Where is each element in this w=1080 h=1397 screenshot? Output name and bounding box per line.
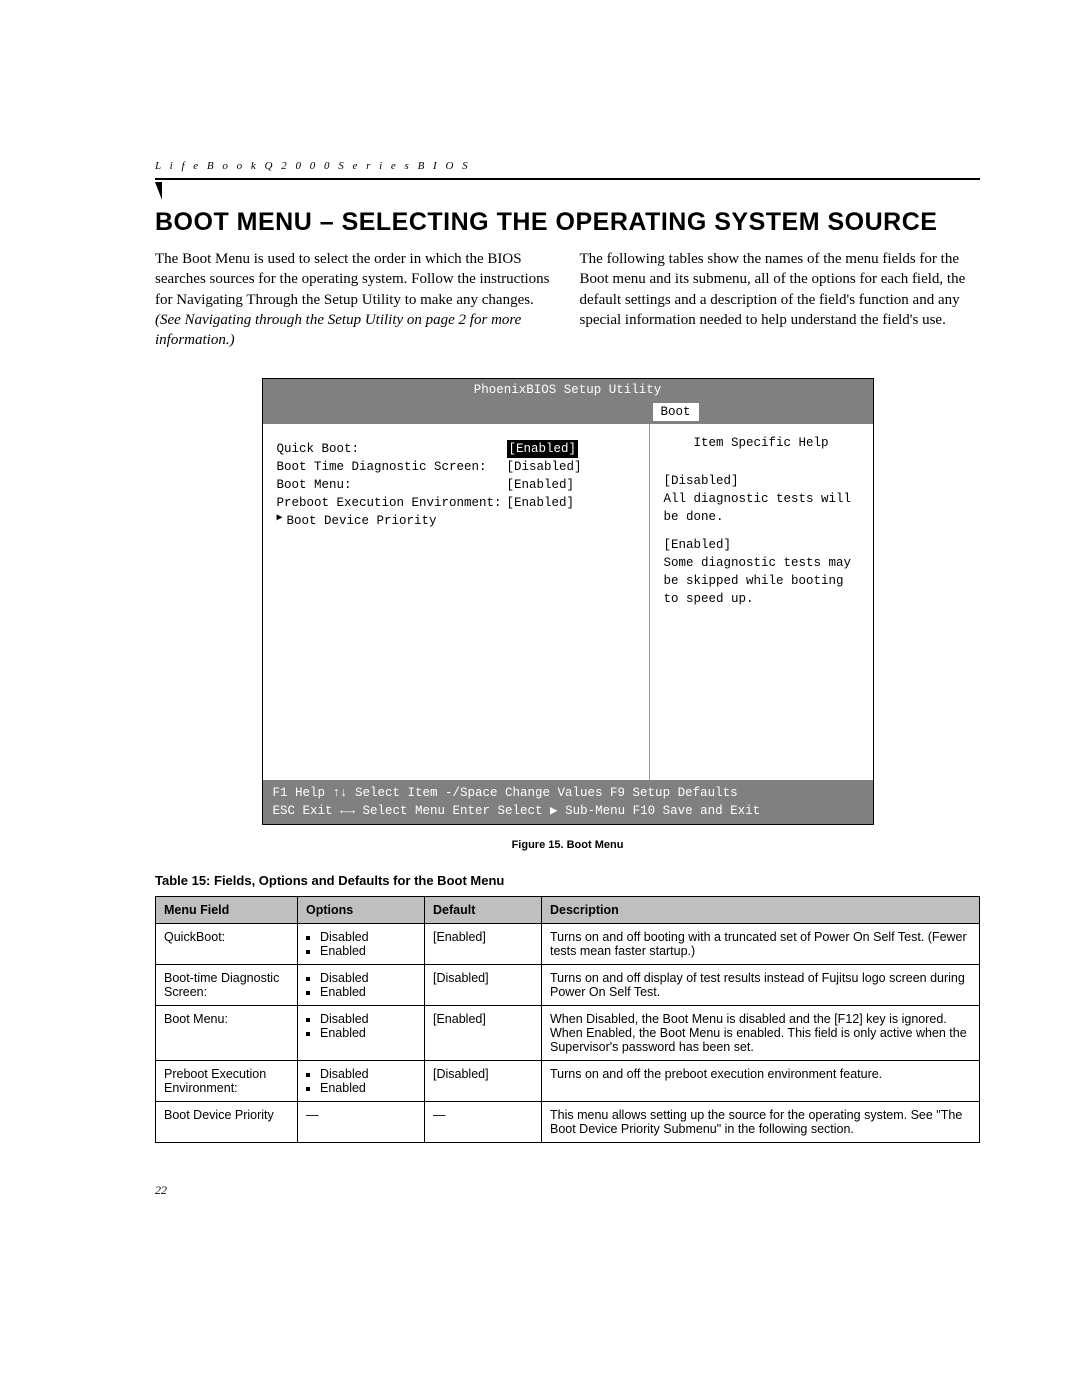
bios-row-value: [Enabled]	[507, 494, 575, 512]
header-rule	[155, 178, 980, 180]
fields-table: Menu Field Options Default Description Q…	[155, 896, 980, 1143]
intro-col-1a: The Boot Menu is used to select the orde…	[155, 251, 550, 308]
table-row: Boot Device Priority——This menu allows s…	[156, 1101, 980, 1142]
bios-tab-boot: Boot	[653, 403, 699, 421]
bios-footer-l1: F1 Help ↑↓ Select Item -/Space Change Va…	[273, 784, 863, 802]
bios-help-2b: Some diagnostic tests may be skipped whi…	[664, 556, 852, 606]
table-row: QuickBoot:DisabledEnabled[Enabled]Turns …	[156, 923, 980, 964]
intro-columns: The Boot Menu is used to select the orde…	[155, 249, 980, 350]
intro-col-1b: (See Navigating through the Setup Utilit…	[155, 312, 521, 348]
bios-row-label: Quick Boot:	[277, 440, 507, 458]
bios-left-pane: Quick Boot:[Enabled] Boot Time Diagnosti…	[263, 424, 650, 780]
bios-row-value-selected: [Enabled]	[507, 440, 579, 458]
table-row: Preboot Execution Environment:DisabledEn…	[156, 1060, 980, 1101]
table-row: Boot-time Diagnostic Screen:DisabledEnab…	[156, 964, 980, 1005]
intro-col-1: The Boot Menu is used to select the orde…	[155, 249, 556, 350]
bios-help-1b: All diagnostic tests will be done.	[664, 492, 852, 524]
bios-help-2: [Enabled]	[664, 538, 732, 552]
bios-tabs: Boot	[263, 401, 873, 423]
th-description: Description	[542, 896, 980, 923]
bios-help-1: [Disabled]	[664, 474, 739, 488]
bios-row-label: Boot Menu:	[277, 476, 507, 494]
figure-caption: Figure 15. Boot Menu	[155, 839, 980, 851]
th-options: Options	[298, 896, 425, 923]
bios-help-pane: Item Specific Help [Disabled] All diagnos…	[650, 424, 873, 780]
bios-footer-l2: ESC Exit ←→ Select Menu Enter Select ▶ S…	[273, 802, 863, 820]
bios-help-title: Item Specific Help	[664, 434, 859, 452]
th-default: Default	[425, 896, 542, 923]
header-accent	[155, 182, 162, 200]
page-number: 22	[155, 1183, 980, 1198]
bios-footer: F1 Help ↑↓ Select Item -/Space Change Va…	[263, 780, 873, 824]
bios-submenu-row: Boot Device Priority	[277, 512, 635, 530]
table-caption: Table 15: Fields, Options and Defaults f…	[155, 873, 980, 888]
bios-row-value: [Enabled]	[507, 476, 575, 494]
page-title: BOOT MENU – SELECTING THE OPERATING SYST…	[155, 208, 980, 237]
bios-row-value: [Disabled]	[507, 458, 582, 476]
th-menu-field: Menu Field	[156, 896, 298, 923]
bios-screenshot: PhoenixBIOS Setup Utility Boot Quick Boo…	[262, 378, 874, 825]
intro-col-2: The following tables show the names of t…	[580, 249, 981, 350]
bios-title: PhoenixBIOS Setup Utility	[263, 379, 873, 401]
bios-row-label: Preboot Execution Environment:	[277, 494, 507, 512]
running-head: L i f e B o o k Q 2 0 0 0 S e r i e s B …	[155, 160, 980, 172]
bios-row-label: Boot Time Diagnostic Screen:	[277, 458, 507, 476]
table-row: Boot Menu:DisabledEnabled[Enabled]When D…	[156, 1005, 980, 1060]
